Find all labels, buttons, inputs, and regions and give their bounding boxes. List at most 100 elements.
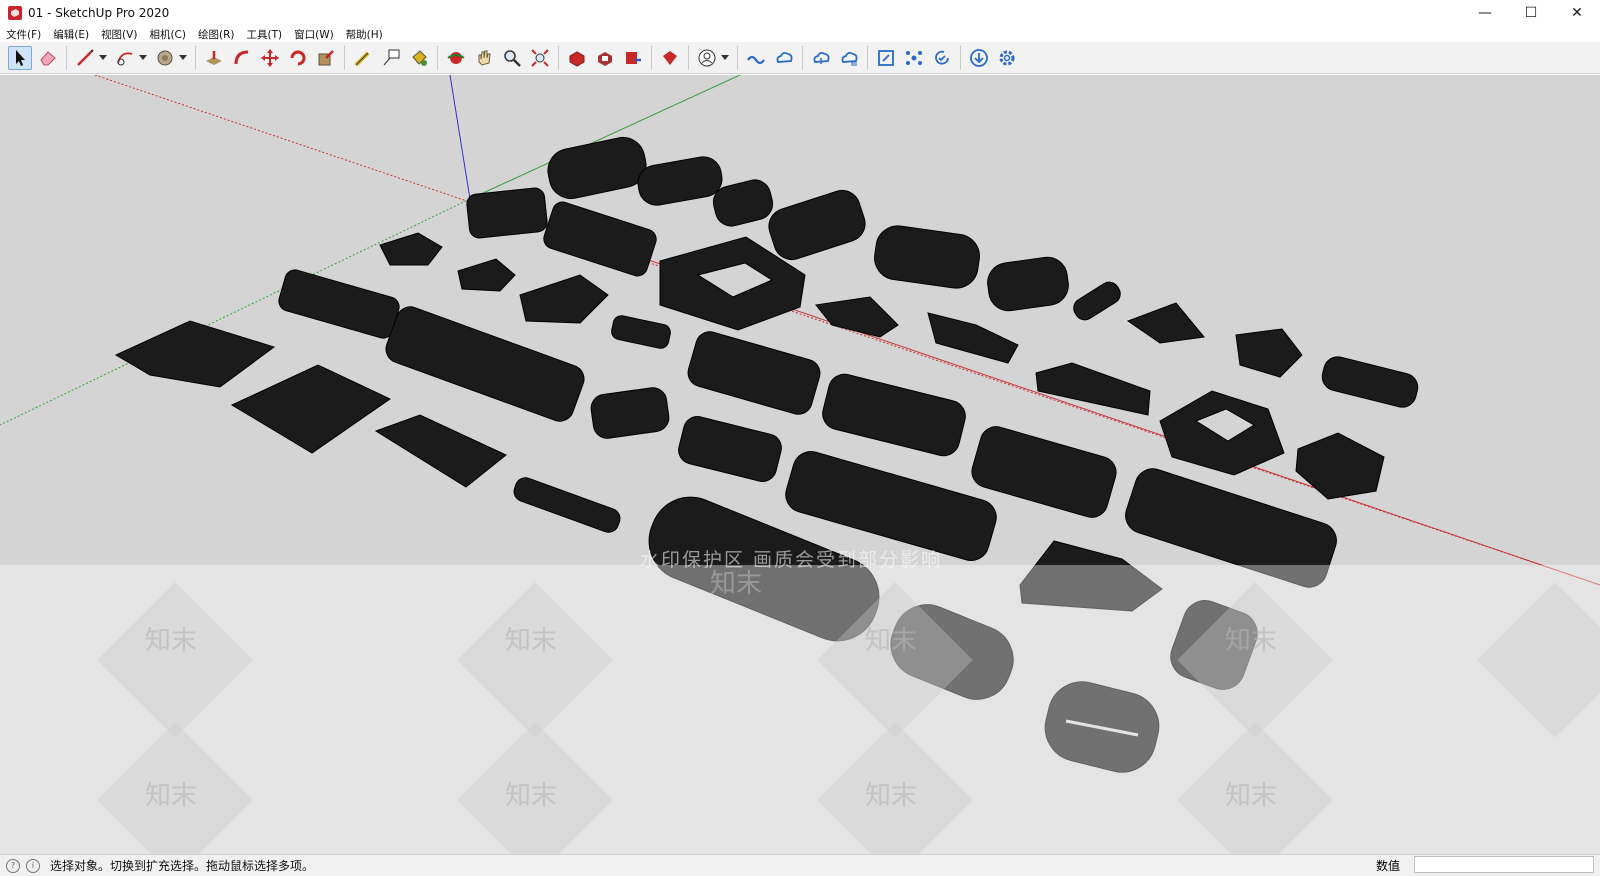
toolbar-separator (867, 45, 868, 70)
part (519, 274, 609, 324)
part (815, 296, 899, 338)
measurements-label: 数值 (1375, 859, 1400, 873)
minimize-button[interactable]: — (1462, 0, 1508, 26)
zoom-extents-tool-icon[interactable] (528, 46, 552, 70)
watermark-word: 知末 (865, 781, 918, 811)
menu-camera[interactable]: 相机(C) (143, 27, 192, 42)
window-title: 01 - SketchUp Pro 2020 (28, 6, 170, 20)
extension-manager-icon[interactable] (658, 46, 682, 70)
orbit-tool-icon[interactable] (444, 46, 468, 70)
part (1321, 356, 1419, 408)
status-hint: 选择对象。切换到扩充选择。拖动鼠标选择多项。 (50, 859, 315, 873)
pan-tool-icon[interactable] (472, 46, 496, 70)
paint-bucket-tool-icon[interactable] (407, 46, 431, 70)
toolbar-separator (558, 45, 559, 70)
part (768, 189, 866, 261)
trimble-connect-icon[interactable] (744, 46, 768, 70)
menu-bar: 文件(F) 编辑(E) 视图(V) 相机(C) 绘图(R) 工具(T) 窗口(W… (0, 26, 1600, 42)
part (1235, 328, 1303, 378)
zoom-tool-icon[interactable] (500, 46, 524, 70)
watermark-word: 知末 (865, 626, 918, 656)
toolbar-separator (737, 45, 738, 70)
watermark-word: 知末 (505, 626, 558, 656)
blue-axis (449, 75, 471, 200)
cloud-upload-icon[interactable] (809, 46, 833, 70)
part (513, 477, 621, 533)
menu-draw[interactable]: 绘图(R) (192, 27, 241, 42)
refresh-check-icon[interactable] (930, 46, 954, 70)
move-tool-icon[interactable] (258, 46, 282, 70)
part (637, 156, 723, 206)
cloud-share-icon[interactable] (772, 46, 796, 70)
watermark-banner-text: 水印保护区 画质会受到部分影响 (640, 549, 943, 571)
toolbar-separator (66, 45, 67, 70)
part (611, 315, 671, 349)
part (374, 414, 507, 488)
export-icon[interactable] (874, 46, 898, 70)
toolbar-separator (344, 45, 345, 70)
menu-tools[interactable]: 工具(T) (240, 27, 288, 42)
part (987, 256, 1069, 312)
watermark-word: 知末 (1225, 781, 1278, 811)
watermark-word: 知末 (145, 626, 198, 656)
toolbar-separator (195, 45, 196, 70)
part (678, 416, 782, 482)
close-button[interactable]: ✕ (1554, 0, 1600, 26)
menu-view[interactable]: 视图(V) (95, 27, 143, 42)
network-icon[interactable] (902, 46, 926, 70)
menu-file[interactable]: 文件(F) (0, 27, 47, 42)
measurements-input[interactable] (1414, 856, 1594, 873)
info-icon[interactable]: i (26, 858, 40, 873)
toolbar-separator (437, 45, 438, 70)
part (1073, 281, 1121, 321)
select-tool-icon[interactable] (8, 45, 32, 70)
watermark-word: 知末 (1225, 626, 1278, 656)
part (278, 269, 400, 339)
settings-gear-icon[interactable] (995, 46, 1019, 70)
text-tool-icon[interactable] (379, 46, 403, 70)
3d-warehouse-icon[interactable] (565, 46, 589, 70)
line-tool-icon[interactable] (73, 46, 97, 70)
model-viewport[interactable]: 知末 知末 知末 知末 知末 知末 知末 知末 知末 水印保护区 画质会受到部分… (0, 75, 1600, 854)
menu-edit[interactable]: 编辑(E) (47, 27, 95, 42)
part (543, 201, 657, 277)
download-icon[interactable] (967, 46, 991, 70)
watermark-word: 知末 (505, 781, 558, 811)
eraser-tool-icon[interactable] (36, 46, 60, 70)
part (457, 258, 516, 292)
geo-location-icon[interactable]: ? (6, 858, 20, 873)
menu-help[interactable]: 帮助(H) (340, 27, 389, 42)
part (1035, 362, 1151, 416)
send-to-layout-icon[interactable] (621, 46, 645, 70)
cloud-sync-icon[interactable] (837, 46, 861, 70)
part (1295, 432, 1385, 500)
sketchup-app-icon (8, 6, 22, 20)
account-dropdown-icon[interactable] (721, 46, 729, 70)
toolbar-separator (802, 45, 803, 70)
menu-window[interactable]: 窗口(W) (288, 27, 340, 42)
title-bar: 01 - SketchUp Pro 2020 — ☐ ✕ (0, 0, 1600, 26)
toolbar-separator (960, 45, 961, 70)
part (687, 331, 821, 415)
arc-tool-icon[interactable] (113, 46, 137, 70)
part (547, 136, 647, 200)
rotate-tool-icon[interactable] (286, 46, 310, 70)
part (874, 225, 980, 289)
shape-tool-dropdown-icon[interactable] (179, 46, 187, 70)
follow-me-tool-icon[interactable] (230, 46, 254, 70)
part (822, 373, 966, 457)
extension-warehouse-icon[interactable] (593, 46, 617, 70)
push-pull-tool-icon[interactable] (202, 46, 226, 70)
main-toolbar (0, 42, 1600, 74)
line-tool-dropdown-icon[interactable] (99, 46, 107, 70)
toolbar-separator (688, 45, 689, 70)
part (114, 320, 276, 388)
watermark-word: 知末 (145, 781, 198, 811)
tape-measure-tool-icon[interactable] (351, 46, 375, 70)
maximize-button[interactable]: ☐ (1508, 0, 1554, 26)
scale-tool-icon[interactable] (314, 46, 338, 70)
arc-tool-dropdown-icon[interactable] (139, 46, 147, 70)
account-icon[interactable] (695, 46, 719, 70)
part (466, 187, 548, 239)
shape-tool-icon[interactable] (153, 46, 177, 70)
